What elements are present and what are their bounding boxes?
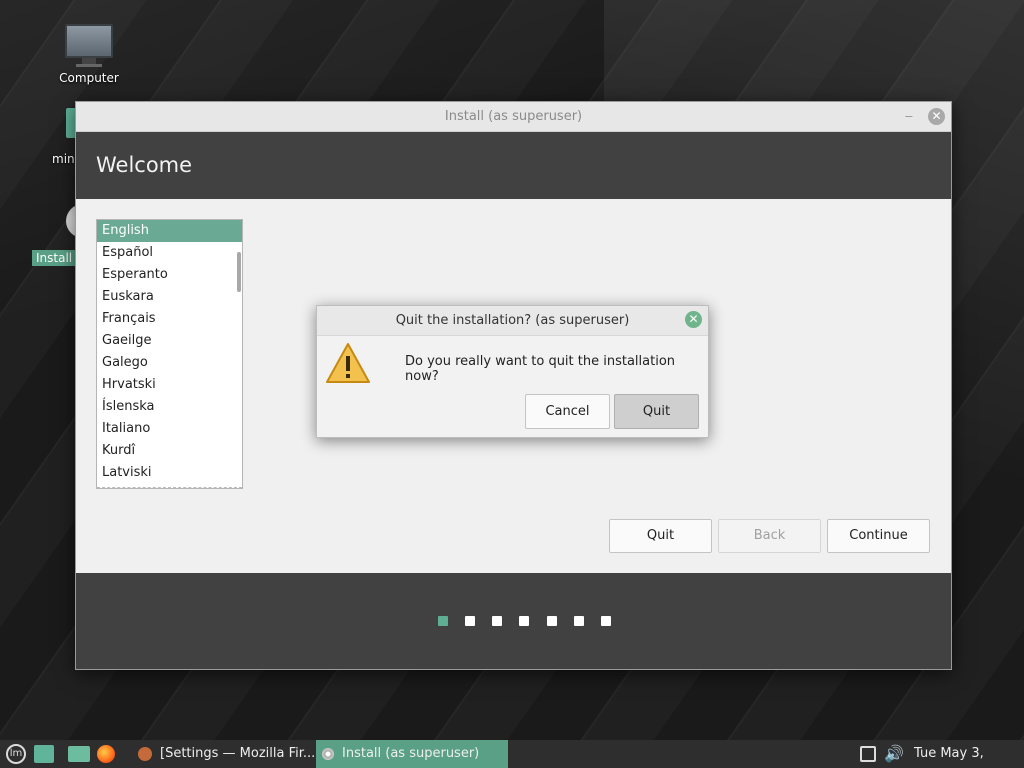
desktop-icon-label: min <box>52 152 75 166</box>
monitor-base <box>76 64 102 67</box>
language-list[interactable]: English Español Esperanto Euskara França… <box>96 219 243 489</box>
language-item[interactable]: Kurdî <box>97 440 242 462</box>
window-titlebar[interactable]: Install (as superuser) ‒ ✕ <box>76 102 951 132</box>
language-item[interactable]: Galego <box>97 352 242 374</box>
desktop-icon-label: Computer <box>59 71 119 85</box>
page-title: Welcome <box>96 153 193 177</box>
dialog-titlebar[interactable]: Quit the installation? (as superuser) ✕ <box>317 306 708 336</box>
close-icon[interactable]: ✕ <box>928 108 945 125</box>
language-item[interactable]: English <box>97 220 242 242</box>
window-title: Install (as superuser) <box>444 109 583 124</box>
desktop-icon-computer[interactable]: Computer <box>48 24 130 85</box>
language-item[interactable]: Hrvatski <box>97 374 242 396</box>
firefox-icon[interactable] <box>97 745 115 763</box>
language-item[interactable]: Íslenska <box>97 396 242 418</box>
dialog-message: Do you really want to quit the installat… <box>405 354 676 384</box>
taskbar: lm [Settings — Mozilla Fir... Install (a… <box>0 740 1024 768</box>
computer-icon <box>65 24 113 58</box>
step-dot <box>492 616 503 626</box>
page-header: Welcome <box>76 132 951 199</box>
task-label: [Settings — Mozilla Fir... <box>160 746 316 761</box>
language-item[interactable]: Français <box>97 308 242 330</box>
task-installer[interactable]: Install (as superuser) <box>316 740 508 768</box>
language-item[interactable]: Español <box>97 242 242 264</box>
list-bottom-edge <box>97 486 242 488</box>
step-dot-active <box>438 616 448 626</box>
task-label: Install (as superuser) <box>342 746 480 761</box>
installer-footer <box>76 573 951 669</box>
quit-button[interactable]: Quit <box>609 519 712 553</box>
language-list-scrollbar[interactable] <box>237 252 241 292</box>
step-indicator <box>438 616 624 631</box>
dialog-cancel-button[interactable]: Cancel <box>525 394 610 429</box>
continue-button[interactable]: Continue <box>827 519 930 553</box>
desktop-icon-install[interactable]: Install <box>30 204 100 266</box>
language-item[interactable]: Italiano <box>97 418 242 440</box>
minimize-icon[interactable]: ‒ <box>905 102 913 131</box>
quit-dialog: Quit the installation? (as superuser) ✕ … <box>316 305 709 438</box>
step-dot <box>573 616 584 626</box>
disc-task-icon <box>322 747 334 760</box>
dialog-close-icon[interactable]: ✕ <box>685 311 702 328</box>
step-dot <box>519 616 530 626</box>
start-menu-icon[interactable]: lm <box>6 744 26 764</box>
step-dot <box>465 616 476 626</box>
show-desktop-icon[interactable] <box>34 745 54 763</box>
language-item[interactable]: Latviski <box>97 462 242 484</box>
desktop-icon-label: Install <box>32 250 77 266</box>
volume-icon[interactable]: 🔊 <box>884 740 904 768</box>
warning-icon <box>326 343 370 383</box>
firefox-task-icon <box>138 746 152 761</box>
language-item[interactable]: Gaeilge <box>97 330 242 352</box>
files-icon[interactable] <box>68 746 90 762</box>
step-dot <box>600 616 611 626</box>
network-icon[interactable] <box>860 746 876 762</box>
step-dot <box>546 616 557 626</box>
clock[interactable]: Tue May 3, 10:28 <box>914 740 1024 768</box>
dialog-quit-button[interactable]: Quit <box>614 394 699 429</box>
language-item[interactable]: Esperanto <box>97 264 242 286</box>
dialog-title: Quit the installation? (as superuser) <box>395 313 630 328</box>
language-item[interactable]: Euskara <box>97 286 242 308</box>
back-button[interactable]: Back <box>718 519 821 553</box>
task-firefox[interactable]: [Settings — Mozilla Fir... <box>132 740 320 768</box>
